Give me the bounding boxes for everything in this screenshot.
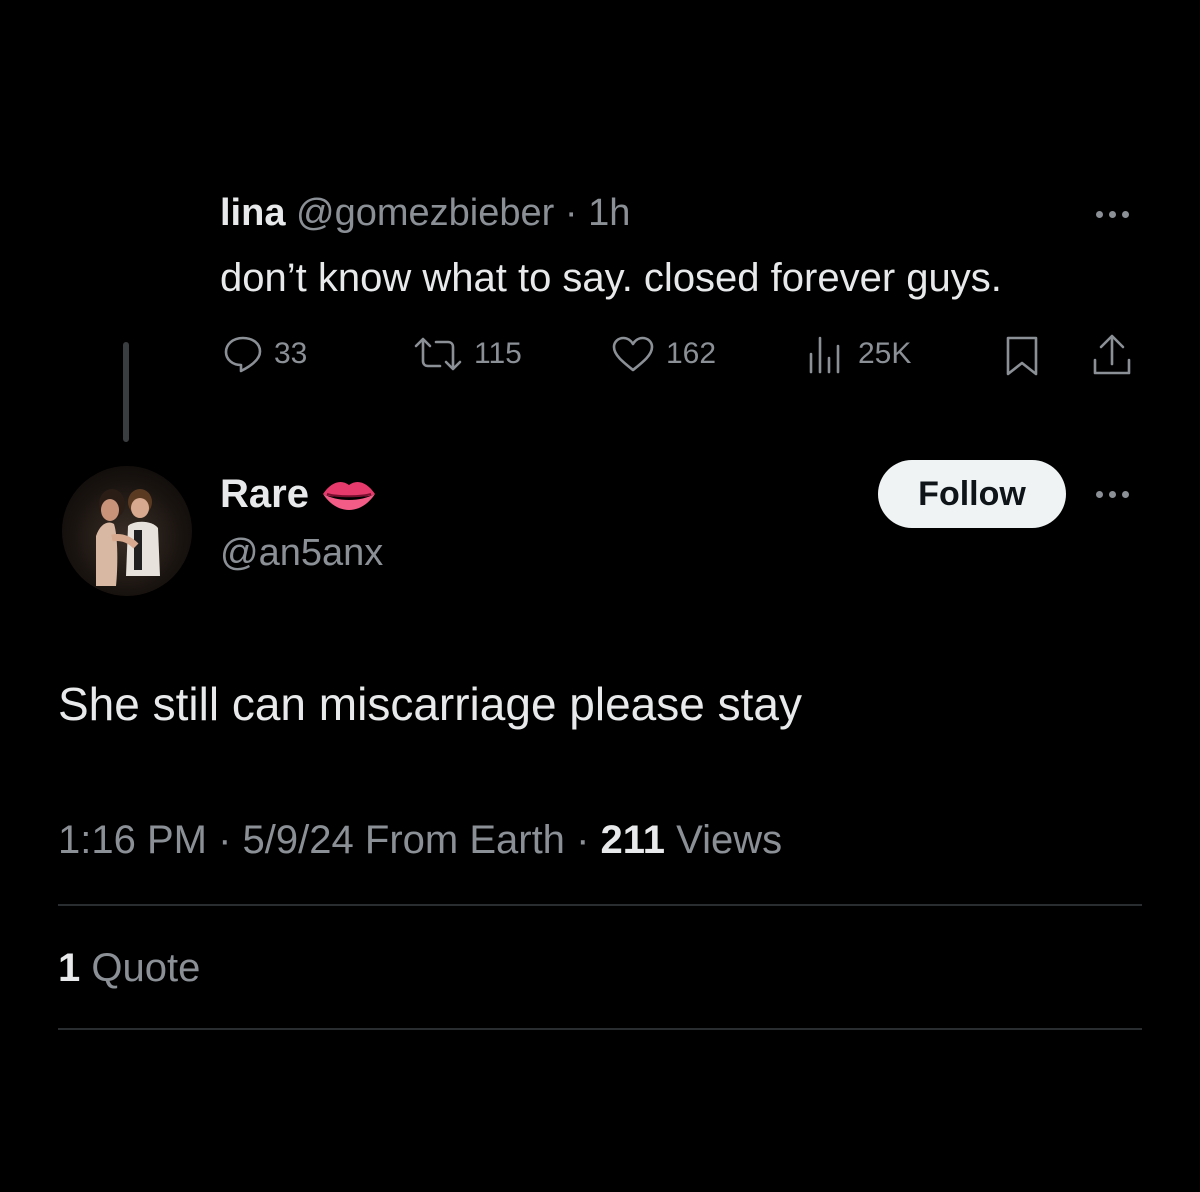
views-count: 25K — [858, 337, 912, 370]
share-icon — [1093, 334, 1131, 375]
parent-tweet-text: don’t know what to say. closed forever g… — [220, 256, 1002, 300]
retweet-button[interactable]: 115 — [412, 334, 522, 374]
retweet-icon — [414, 337, 462, 371]
author-name-row: Rare — [220, 470, 377, 518]
like-icon — [612, 336, 654, 372]
like-count: 162 — [666, 337, 717, 370]
quote-count-link[interactable]: 1 Quote — [58, 944, 200, 992]
like-button[interactable]: 162 — [610, 334, 716, 374]
meta-separator-2: · — [576, 818, 590, 862]
divider — [58, 904, 1142, 906]
post-text: She still can miscarriage please stay — [58, 678, 802, 730]
thread-connector-line — [123, 342, 129, 442]
views-button[interactable]: 25K — [806, 334, 911, 374]
quote-label: Quote — [91, 946, 201, 990]
avatar-photo-icon — [96, 489, 160, 586]
follow-button[interactable]: Follow — [878, 460, 1066, 528]
post-views-label: Views — [676, 818, 783, 862]
bookmark-icon — [1006, 336, 1038, 376]
parent-author-name[interactable]: lina — [220, 192, 285, 234]
avatar[interactable] — [62, 466, 192, 596]
post-views-count: 211 — [600, 818, 666, 862]
post-metadata: 1:16 PM · 5/9/24 From Earth · 211 Views — [58, 816, 782, 864]
author-handle[interactable]: @an5anx — [220, 530, 383, 576]
share-button[interactable] — [1090, 332, 1134, 378]
post-source: From Earth — [364, 818, 565, 862]
parent-tweet-header: lina @gomezbieber · 1h — [220, 190, 630, 236]
parent-separator: · — [564, 192, 578, 234]
retweet-count: 115 — [474, 337, 522, 370]
divider-bottom — [58, 1028, 1142, 1030]
reply-button[interactable]: 33 — [222, 334, 307, 374]
reply-icon — [224, 336, 262, 373]
parent-timestamp[interactable]: 1h — [588, 192, 630, 234]
quote-count: 1 — [58, 946, 81, 990]
bookmark-button[interactable] — [1002, 334, 1042, 378]
meta-separator: · — [218, 818, 232, 862]
post-date[interactable]: 5/9/24 — [243, 818, 354, 862]
author-name[interactable]: Rare — [220, 470, 309, 518]
parent-more-icon[interactable] — [1088, 204, 1136, 224]
lips-emoji-icon — [322, 482, 375, 510]
reply-count: 33 — [274, 337, 308, 370]
parent-author-handle[interactable]: @gomezbieber — [296, 192, 554, 234]
views-icon — [809, 336, 840, 374]
post-time[interactable]: 1:16 PM — [58, 818, 207, 862]
post-more-icon[interactable] — [1088, 484, 1136, 504]
